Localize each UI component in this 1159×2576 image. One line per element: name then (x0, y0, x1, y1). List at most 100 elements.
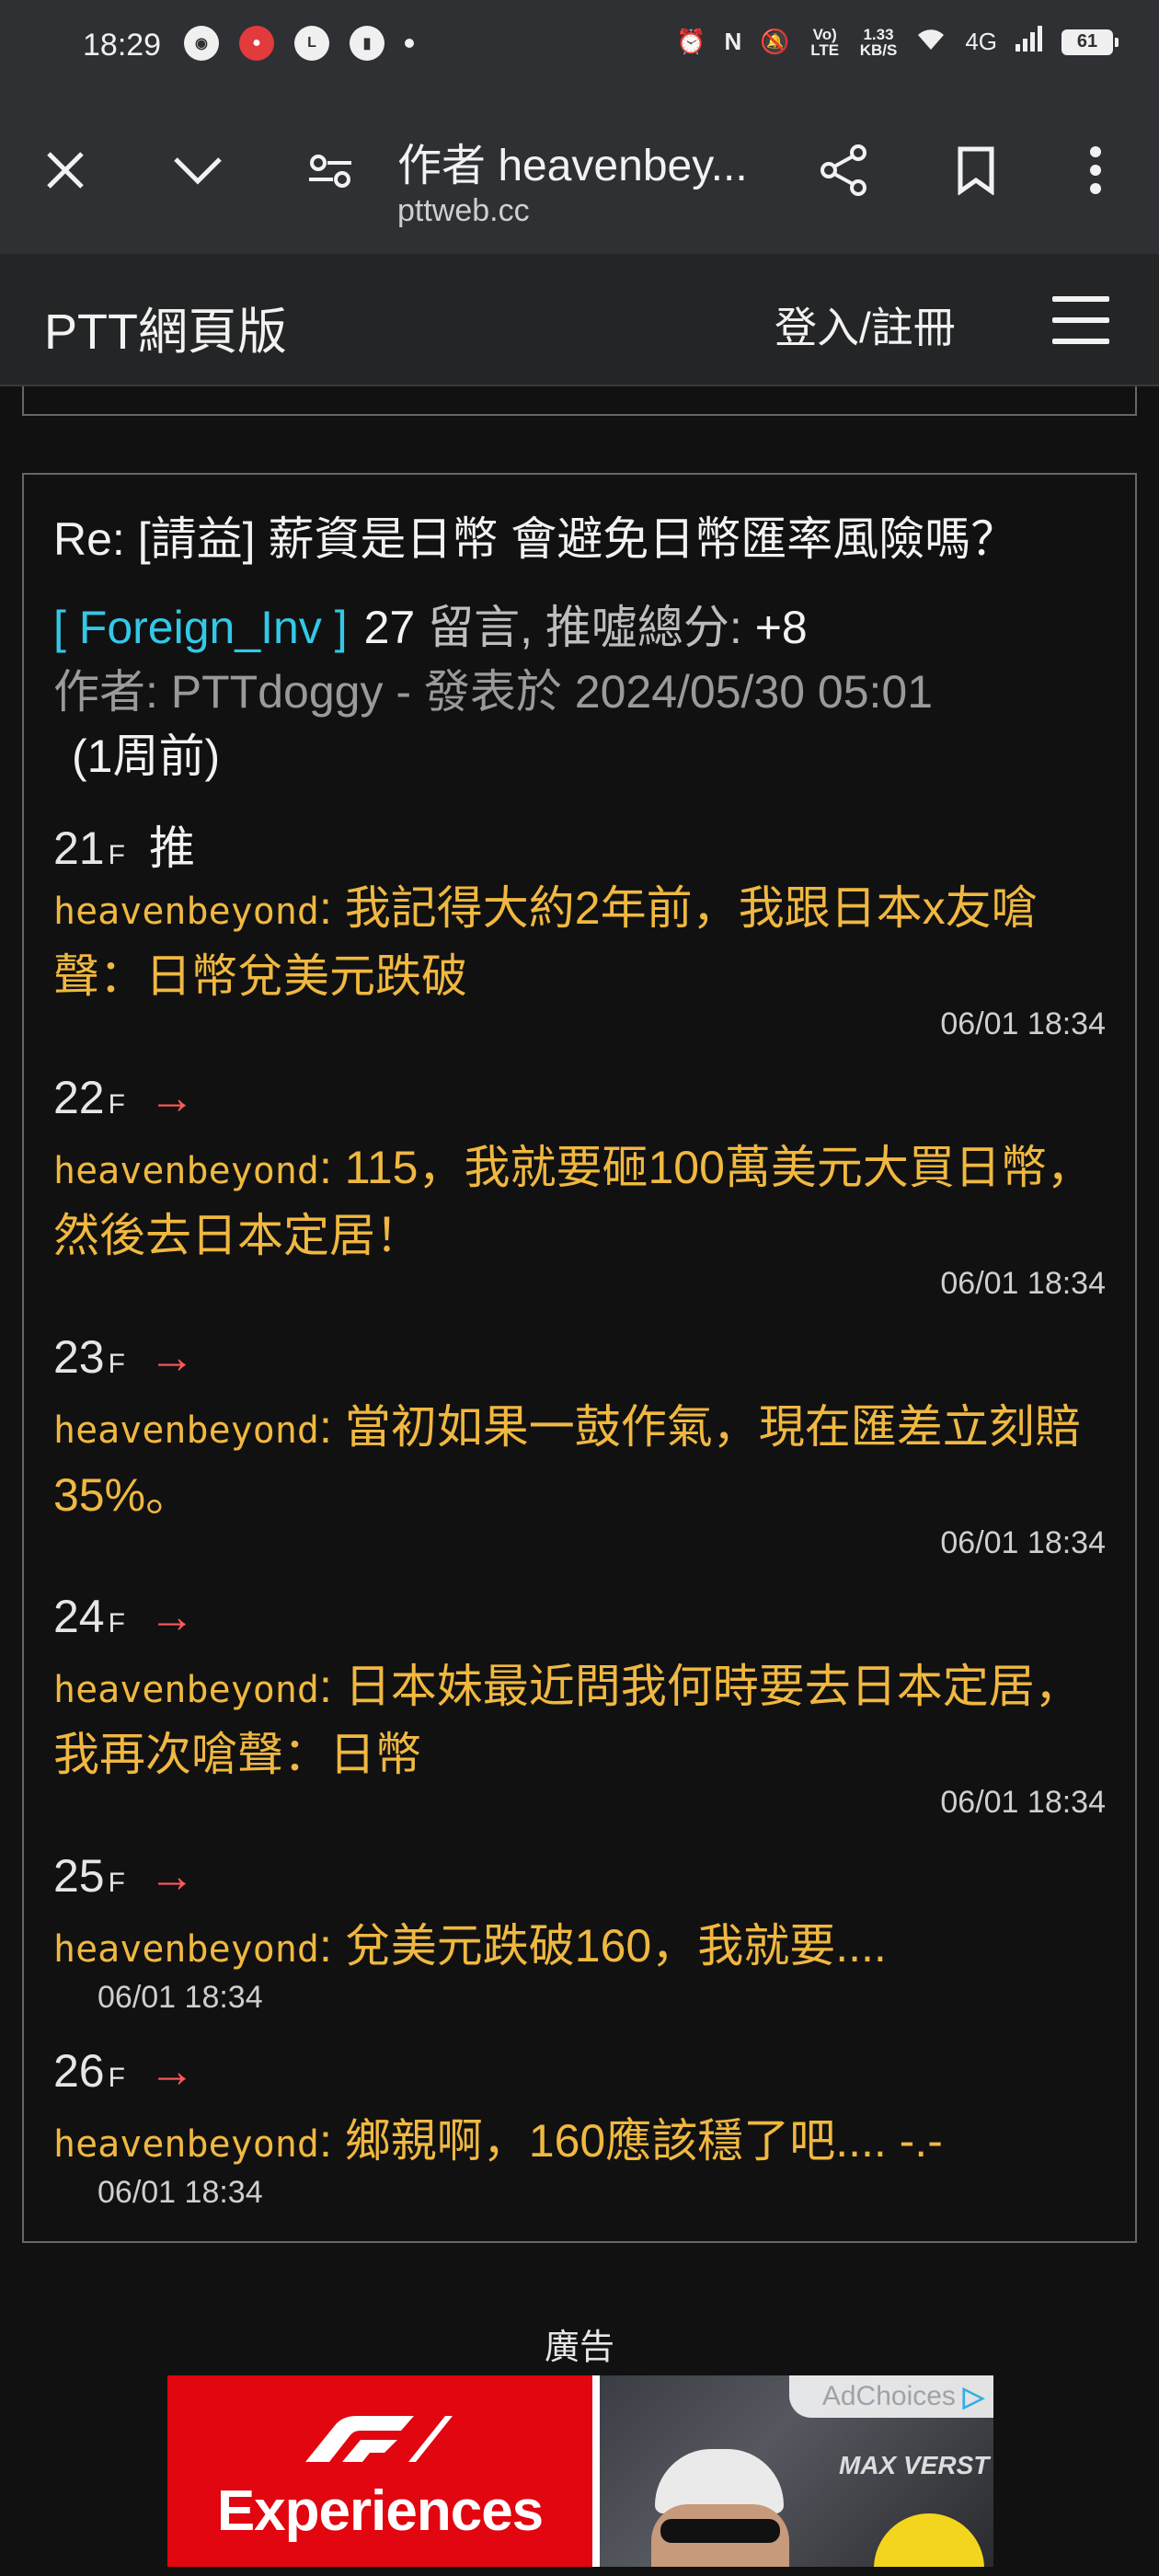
ad-overlay-text: MAX VERST (839, 2451, 990, 2479)
ad-photo-panel[interactable]: MAX VERST AdChoices ▷ (600, 2375, 993, 2567)
notification-icons: ◉ ● L ▮ (184, 26, 414, 61)
previous-post-card (22, 386, 1137, 416)
comment-text: heavenbeyond: 我記得大約2年前，我跟日本x友嗆聲：日幣兌美元跌破 (53, 876, 1111, 1008)
floor-suffix: F (108, 1089, 125, 1120)
minimize-button[interactable] (166, 138, 230, 202)
push-tag: 推 (148, 822, 195, 874)
comment-text: heavenbeyond: 當初如果一鼓作氣，現在匯差立刻賠35%。 (53, 1395, 1111, 1527)
post-card: Re: [請益] 薪資是日幣 會避免日幣匯率風險嗎？ [ Foreign_Inv… (22, 473, 1137, 2243)
volte-icon: Vo) LTE (810, 25, 840, 59)
ad-banner[interactable]: Experiences MAX VERST AdChoices ▷ (167, 2375, 993, 2567)
floor-suffix: F (108, 2063, 125, 2093)
driver-glasses-shape (660, 2519, 780, 2543)
floor-suffix: F (108, 1868, 125, 1898)
board-link[interactable]: [ Foreign_Inv ] (53, 602, 348, 653)
comment-user[interactable]: heavenbeyond (53, 891, 319, 933)
comment-user[interactable]: heavenbeyond (53, 1409, 319, 1452)
adchoices-button[interactable]: AdChoices ▷ (788, 2375, 993, 2418)
hamburger-menu-icon[interactable] (1052, 296, 1109, 344)
arrow-tag: → (148, 1331, 195, 1383)
comment-user[interactable]: heavenbeyond (53, 1669, 319, 1711)
floor-header: 23 F → (53, 1330, 195, 1384)
floor-suffix: F (108, 1349, 125, 1379)
floor-number: 26 (53, 2045, 105, 2097)
comment-user[interactable]: heavenbeyond (53, 1150, 319, 1192)
arrow-tag: → (148, 1072, 195, 1123)
score: +8 (754, 602, 808, 653)
status-indicators: ⏰ N 🔕 Vo) LTE 1.33 KB/S 4G 61 (676, 25, 1119, 59)
comment-user[interactable]: heavenbeyond (53, 2123, 319, 2166)
floor-suffix: F (108, 840, 125, 870)
ad-label: 廣告 (544, 2329, 614, 2367)
comment-timestamp: 06/01 18:34 (98, 1980, 263, 2015)
comment-label: 留言, 推噓總分: (428, 602, 742, 653)
status-bar: 18:29 ◉ ● L ▮ ⏰ N 🔕 Vo) LTE 1.33 KB/S 4G… (0, 0, 1159, 101)
site-settings-button[interactable] (298, 138, 362, 202)
author-line: 作者: PTTdoggy - 發表於 2024/05/30 05:01 (53, 666, 934, 718)
twitch-icon: ▮ (350, 26, 384, 61)
mute-icon: 🔕 (760, 28, 790, 55)
floor-header: 24 F → (53, 1590, 195, 1643)
floor-suffix: F (108, 1608, 125, 1639)
bookmark-icon (958, 146, 994, 195)
alarm-icon: ⏰ (676, 28, 706, 55)
browser-toolbar: 作者 heavenbey... pttweb.cc (0, 101, 1159, 254)
floor-header: 22 F → (53, 1071, 195, 1124)
more-notifications-dot (405, 39, 414, 48)
arrow-tag: → (148, 1591, 195, 1642)
url-host[interactable]: pttweb.cc (397, 193, 530, 229)
chevron-down-icon (174, 157, 222, 185)
post-meta: [ Foreign_Inv ] 27 留言, 推噓總分: +8 (53, 591, 808, 657)
comment-timestamp: 06/01 18:34 (98, 2175, 263, 2210)
close-icon (47, 152, 84, 189)
comment-timestamp: 06/01 18:34 (940, 1006, 1106, 1041)
nfc-icon: N (724, 28, 742, 55)
network-type: 4G (965, 28, 997, 55)
floor-number: 22 (53, 1072, 105, 1123)
red-app-icon: ● (239, 26, 274, 61)
arrow-tag: → (148, 1850, 195, 1902)
comment-user[interactable]: heavenbeyond (53, 1928, 319, 1971)
floor-header: 21 F 推 (53, 811, 195, 878)
more-options-button[interactable] (1063, 138, 1128, 202)
comment-text: heavenbeyond: 兌美元跌破160，我就要.... (53, 1914, 1111, 1982)
status-time: 18:29 (83, 28, 162, 63)
comment-content: : 鄉親啊，160應該穩了吧.... -.- (318, 2115, 943, 2167)
more-vert-icon (1090, 146, 1101, 194)
comment-timestamp: 06/01 18:34 (940, 1785, 1106, 1820)
signal-icon (1016, 26, 1043, 58)
post-age: (1周前) (72, 730, 221, 782)
site-title[interactable]: PTT網頁版 (44, 291, 287, 363)
ad-headline: Experiences (216, 2479, 544, 2543)
ad-f1-panel[interactable]: Experiences (167, 2375, 592, 2567)
network-speed: 1.33 KB/S (859, 25, 898, 59)
helmet-shape (874, 2513, 984, 2567)
f1-logo-icon (305, 2416, 453, 2462)
comment-text: heavenbeyond: 鄉親啊，160應該穩了吧.... -.- (53, 2109, 1111, 2177)
line-icon: L (294, 26, 329, 61)
page-title[interactable]: 作者 heavenbey... (397, 129, 765, 193)
comment-timestamp: 06/01 18:34 (940, 1266, 1106, 1301)
arrow-tag: → (148, 2045, 195, 2097)
comment-text: heavenbeyond: 115，我就要砸100萬美元大買日幣，然後去日本定居… (53, 1135, 1111, 1268)
post-title[interactable]: Re: [請益] 薪資是日幣 會避免日幣匯率風險嗎？ (53, 502, 1016, 569)
comment-content: : 兌美元跌破160，我就要.... (318, 1920, 887, 1972)
share-icon (820, 144, 866, 196)
floor-number: 25 (53, 1850, 105, 1902)
floor-number: 24 (53, 1591, 105, 1642)
comment-count: 27 (363, 602, 416, 653)
wifi-icon (915, 26, 947, 58)
battery-icon: 61 (1061, 29, 1119, 55)
close-tab-button[interactable] (33, 138, 98, 202)
floor-number: 21 (53, 822, 105, 874)
comment-timestamp: 06/01 18:34 (940, 1525, 1106, 1560)
discord-icon: ◉ (184, 26, 219, 61)
adchoices-icon: ▷ (962, 2381, 984, 2412)
bookmark-button[interactable] (944, 138, 1008, 202)
comment-text: heavenbeyond: 日本妹最近問我何時要去日本定居，我再次嗆聲：日幣 (53, 1654, 1111, 1787)
login-register-link[interactable]: 登入/註冊 (775, 294, 956, 355)
floor-header: 26 F → (53, 2044, 195, 2098)
tune-icon (309, 155, 351, 188)
floor-number: 23 (53, 1331, 105, 1383)
share-button[interactable] (811, 138, 876, 202)
